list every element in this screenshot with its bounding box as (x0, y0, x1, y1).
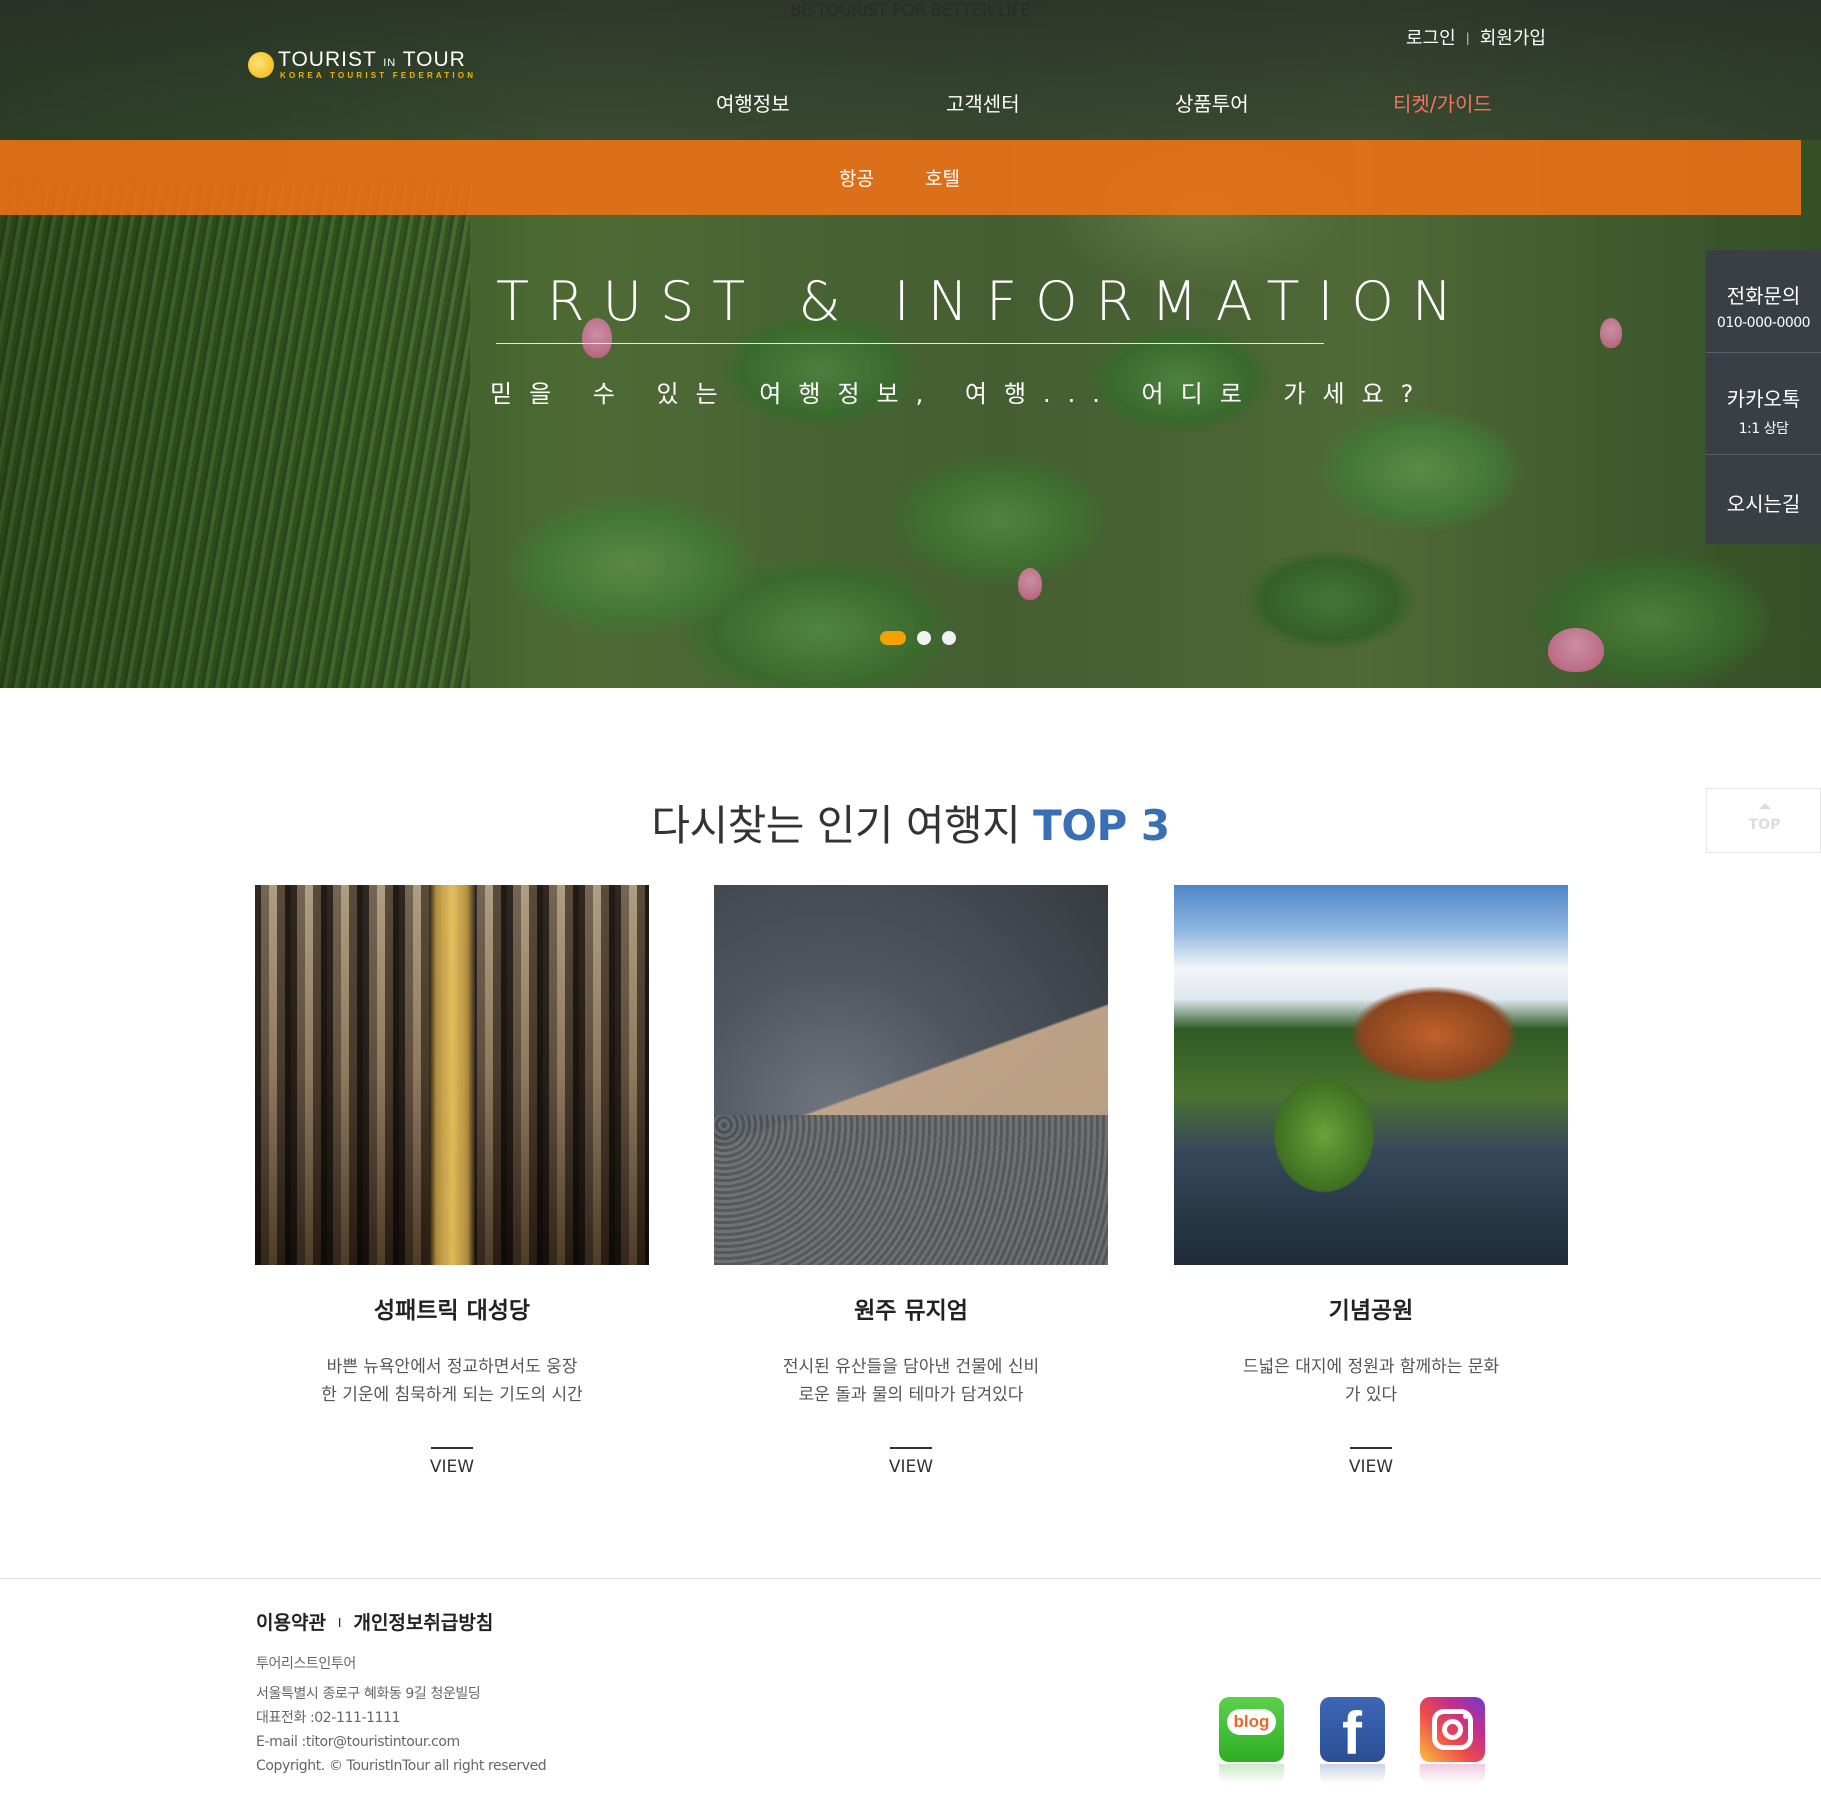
view-link[interactable]: VIEW (1174, 1457, 1568, 1477)
quick-menu: 전화문의 010-000-0000 카카오톡 1:1 상담 오시는길 (1706, 250, 1821, 544)
main-nav: 여행정보 고객센터 상품투어 티켓/가이드 (0, 88, 1821, 118)
quick-directions-label: 오시는길 (1726, 492, 1801, 516)
blog-icon-reflection (1219, 1764, 1284, 1784)
top3-section-title: 다시찾는 인기 여행지 TOP 3 (0, 792, 1821, 853)
slider-dot[interactable] (942, 631, 956, 645)
card-description: 드넓은 대지에 정원과 함께하는 문화 가 있다 (1242, 1357, 1500, 1405)
sun-logo-icon (248, 52, 274, 78)
slider-dot-active[interactable] (880, 631, 906, 645)
hero-divider (496, 343, 1324, 344)
instagram-icon[interactable] (1420, 1697, 1485, 1762)
top3-title-main: 다시찾는 인기 여행지 (651, 801, 1021, 850)
view-link[interactable]: VIEW (255, 1457, 649, 1477)
hero-title: TRUST & INFORMATION (496, 270, 1471, 333)
nav-item-travel-info[interactable]: 여행정보 (716, 88, 790, 117)
destination-card: 원주 뮤지엄 전시된 유산들을 담아낸 건물에 신비 로운 돌과 물의 테마가 … (714, 885, 1108, 1477)
quick-phone-label: 전화문의 (1726, 284, 1801, 308)
card-title: 원주 뮤지엄 (854, 1298, 968, 1324)
card-title: 성패트릭 대성당 (373, 1298, 531, 1324)
quick-kakao-label: 카카오톡 (1726, 387, 1801, 411)
destination-card: 성패트릭 대성당 바쁜 뉴욕안에서 정교하면서도 웅장 한 기운에 침묵하게 되… (255, 885, 649, 1477)
company-address: 서울특별시 종로구 혜화동 9길 청운빌딩 (256, 1686, 481, 1702)
logo-subtitle: KOREA TOURIST FEDERATION (280, 71, 477, 80)
footer-company-info: 투어리스트인투어 서울특별시 종로구 혜화동 9길 청운빌딩 대표전화 :02-… (256, 1652, 547, 1778)
login-link[interactable]: 로그인 (1406, 28, 1456, 49)
facebook-icon[interactable]: f (1320, 1697, 1385, 1767)
terms-link[interactable]: 이용약관 (256, 1612, 326, 1634)
quick-phone-button[interactable]: 전화문의 010-000-0000 (1706, 250, 1821, 353)
company-phone: 대표전화 :02-111-1111 (256, 1710, 401, 1726)
subnav-item-airline[interactable]: 항공 (839, 164, 874, 191)
auth-links: 로그인 | 회원가입 (1406, 24, 1546, 50)
cathedral-image[interactable] (255, 885, 649, 1265)
footer-link-separator: I (337, 1616, 342, 1630)
header-tagline: BE TOURIST FOR BETTER LIFE (790, 1, 1031, 21)
privacy-link[interactable]: 개인정보취급방침 (353, 1612, 493, 1634)
company-email: E-mail :titor@touristintour.com (256, 1734, 460, 1750)
site-logo[interactable]: TOURIST IN TOUR KOREA TOURIST FEDERATION (248, 46, 488, 86)
quick-phone-number: 010-000-0000 (1716, 315, 1811, 331)
facebook-icon-glyph: f (1342, 1700, 1362, 1767)
view-link[interactable]: VIEW (714, 1457, 1108, 1477)
slider-dot[interactable] (917, 631, 931, 645)
facebook-icon-reflection (1320, 1764, 1385, 1784)
blog-icon-label: blog (1227, 1709, 1276, 1735)
park-image[interactable] (1174, 885, 1568, 1265)
logo-title: TOURIST IN TOUR (278, 48, 466, 71)
hero-subtitle: 믿을 수 있는 여행정보, 여행... 어디로 가세요? (490, 380, 1431, 408)
nav-item-product-tour[interactable]: 상품투어 (1175, 88, 1249, 117)
footer-links: 이용약관 I 개인정보취급방침 (256, 1608, 493, 1635)
copyright: Copyright. © TouristInTour all right res… (256, 1758, 547, 1774)
card-title: 기념공원 (1328, 1298, 1414, 1324)
view-divider (431, 1447, 473, 1449)
signup-link[interactable]: 회원가입 (1480, 28, 1546, 49)
quick-kakao-button[interactable]: 카카오톡 1:1 상담 (1706, 353, 1821, 455)
subnav-item-hotel[interactable]: 호텔 (925, 164, 960, 191)
museum-image[interactable] (714, 885, 1108, 1265)
quick-kakao-sub: 1:1 상담 (1738, 421, 1789, 437)
nav-item-ticket-guide[interactable]: 티켓/가이드 (1393, 88, 1492, 117)
view-divider (890, 1447, 932, 1449)
auth-separator: | (1465, 31, 1470, 45)
blog-icon[interactable]: blog (1219, 1697, 1284, 1762)
company-name: 투어리스트인투어 (256, 1656, 356, 1672)
card-description: 전시된 유산들을 담아낸 건물에 신비 로운 돌과 물의 테마가 담겨있다 (782, 1357, 1040, 1405)
sub-nav-bar: 항공 호텔 (0, 140, 1801, 215)
instagram-icon-reflection (1420, 1764, 1485, 1784)
footer-divider (0, 1578, 1821, 1579)
view-divider (1350, 1447, 1392, 1449)
quick-directions-button[interactable]: 오시는길 (1706, 455, 1821, 544)
nav-item-customer-center[interactable]: 고객센터 (946, 88, 1020, 117)
top3-title-accent: TOP 3 (1033, 801, 1170, 850)
hero-banner: BE TOURIST FOR BETTER LIFE TOURIST IN TO… (0, 0, 1821, 688)
card-description: 바쁜 뉴욕안에서 정교하면서도 웅장 한 기운에 침묵하게 되는 기도의 시간 (321, 1357, 583, 1405)
destination-card: 기념공원 드넓은 대지에 정원과 함께하는 문화 가 있다 VIEW (1174, 885, 1568, 1477)
